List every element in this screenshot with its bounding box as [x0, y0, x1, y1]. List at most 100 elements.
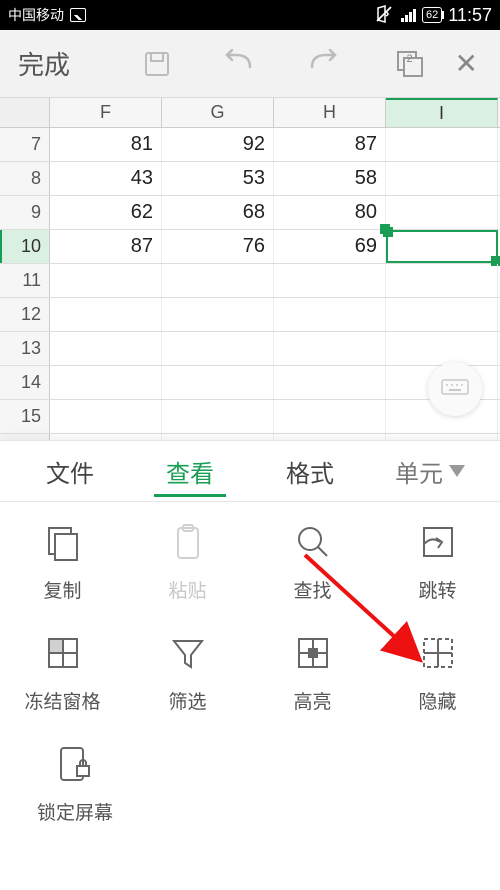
- redo-icon[interactable]: [306, 49, 340, 79]
- tool-freeze[interactable]: 冻结窗格: [8, 633, 118, 714]
- undo-icon[interactable]: [222, 49, 256, 79]
- column-header[interactable]: G: [162, 98, 274, 127]
- save-icon[interactable]: [142, 49, 172, 79]
- cell[interactable]: [274, 264, 386, 297]
- cell[interactable]: [50, 332, 162, 365]
- search-icon: [293, 522, 333, 562]
- column-header[interactable]: F: [50, 98, 162, 127]
- goto-icon: [418, 522, 458, 562]
- clock: 11:57: [448, 5, 492, 26]
- column-header[interactable]: H: [274, 98, 386, 127]
- column-headers: F G H I: [0, 98, 500, 128]
- cell[interactable]: 68: [162, 196, 274, 229]
- tab-cell[interactable]: 单元: [370, 442, 490, 501]
- cell[interactable]: 62: [50, 196, 162, 229]
- cell[interactable]: [274, 332, 386, 365]
- cell[interactable]: 92: [162, 128, 274, 161]
- selection-handle[interactable]: [383, 227, 393, 237]
- cell[interactable]: 80: [274, 196, 386, 229]
- tool-find[interactable]: 查找: [258, 522, 368, 603]
- tool-label: 筛选: [168, 687, 206, 714]
- cell[interactable]: [162, 298, 274, 331]
- status-bar: 中国移动 62 11:57: [0, 0, 500, 30]
- row-header[interactable]: 11: [0, 264, 50, 297]
- corner-stub[interactable]: [0, 98, 50, 127]
- copy-icon: [43, 522, 83, 562]
- cell[interactable]: [274, 400, 386, 433]
- tool-copy[interactable]: 复制: [8, 522, 118, 603]
- row-header[interactable]: 9: [0, 196, 50, 229]
- table-row: 12: [0, 298, 500, 332]
- done-button[interactable]: 完成: [0, 45, 88, 82]
- table-row: 11: [0, 264, 500, 298]
- cell[interactable]: [50, 400, 162, 433]
- tool-label: 粘贴: [168, 576, 206, 603]
- signal-icon: [401, 9, 416, 22]
- bottom-tabbar: 文件 查看 格式 单元: [0, 440, 500, 502]
- row-header[interactable]: 10: [0, 230, 50, 263]
- filter-icon: [168, 633, 208, 673]
- cell[interactable]: [386, 162, 498, 195]
- cell[interactable]: 58: [274, 162, 386, 195]
- cell[interactable]: [386, 298, 498, 331]
- cell[interactable]: 87: [50, 230, 162, 263]
- row-header[interactable]: 13: [0, 332, 50, 365]
- cell[interactable]: [274, 298, 386, 331]
- tool-filter[interactable]: 筛选: [133, 633, 243, 714]
- cell[interactable]: 69: [274, 230, 386, 263]
- cell[interactable]: [386, 332, 498, 365]
- cell[interactable]: [50, 366, 162, 399]
- cell[interactable]: [162, 366, 274, 399]
- keyboard-toggle-button[interactable]: [428, 362, 482, 416]
- tab-view[interactable]: 查看: [130, 442, 250, 501]
- table-row: 13: [0, 332, 500, 366]
- view-tools-panel: 复制 粘贴 查找 跳转 冻结窗格 筛选 高亮 隐藏: [0, 502, 500, 865]
- table-row: 7819287: [0, 128, 500, 162]
- tool-label: 隐藏: [418, 687, 456, 714]
- cell[interactable]: 87: [274, 128, 386, 161]
- highlight-icon: [293, 633, 333, 673]
- cell[interactable]: [274, 366, 386, 399]
- row-header[interactable]: 7: [0, 128, 50, 161]
- cell[interactable]: [162, 264, 274, 297]
- tool-highlight[interactable]: 高亮: [258, 633, 368, 714]
- table-row: 9626880: [0, 196, 500, 230]
- screenshot-icon: [70, 8, 86, 22]
- sheets-icon[interactable]: 2: [395, 49, 425, 79]
- tool-lock-screen[interactable]: 锁定屏幕: [20, 744, 130, 825]
- cell[interactable]: [386, 196, 498, 229]
- table-row: 8435358: [0, 162, 500, 196]
- spreadsheet[interactable]: F G H I 78192878435358962688010877669111…: [0, 98, 500, 468]
- cell[interactable]: [386, 128, 498, 161]
- tab-cell-label: 单元: [395, 454, 443, 489]
- tab-format[interactable]: 格式: [250, 442, 370, 501]
- row-header[interactable]: 15: [0, 400, 50, 433]
- cell[interactable]: [50, 298, 162, 331]
- cell[interactable]: [386, 264, 498, 297]
- cell[interactable]: 76: [162, 230, 274, 263]
- column-header-selected[interactable]: I: [386, 98, 498, 127]
- vibrate-icon: [375, 5, 395, 26]
- tab-file[interactable]: 文件: [10, 442, 130, 501]
- tool-label: 高亮: [293, 687, 331, 714]
- tool-label: 复制: [43, 576, 81, 603]
- table-row: 15: [0, 400, 500, 434]
- cell[interactable]: 53: [162, 162, 274, 195]
- tool-hide[interactable]: 隐藏: [383, 633, 493, 714]
- cell[interactable]: [50, 264, 162, 297]
- tool-goto[interactable]: 跳转: [383, 522, 493, 603]
- cell[interactable]: 81: [50, 128, 162, 161]
- close-icon[interactable]: ✕: [455, 47, 478, 80]
- chevron-down-icon: [449, 465, 465, 477]
- tool-label: 锁定屏幕: [37, 798, 113, 825]
- lock-icon: [55, 744, 95, 784]
- selected-cell[interactable]: [386, 230, 498, 263]
- cell[interactable]: [162, 400, 274, 433]
- cell[interactable]: 43: [50, 162, 162, 195]
- table-row: 10877669: [0, 230, 500, 264]
- row-header[interactable]: 14: [0, 366, 50, 399]
- row-header[interactable]: 12: [0, 298, 50, 331]
- cell[interactable]: [162, 332, 274, 365]
- hide-icon: [418, 633, 458, 673]
- row-header[interactable]: 8: [0, 162, 50, 195]
